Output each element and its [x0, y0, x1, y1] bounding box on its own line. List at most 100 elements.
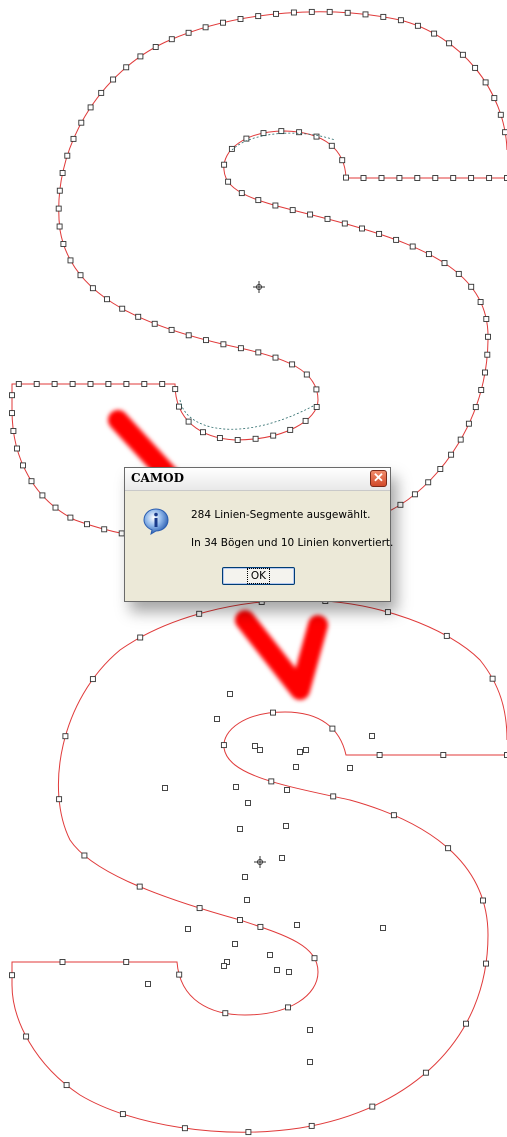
- node-marker: [39, 492, 46, 499]
- arc-center-point: [227, 691, 233, 697]
- node-marker: [255, 197, 262, 204]
- node-marker: [308, 8, 315, 15]
- node-marker: [221, 161, 228, 168]
- arc-center-point: [284, 787, 290, 793]
- arc-center-point: [233, 784, 239, 790]
- node-marker: [20, 462, 26, 469]
- node-marker: [59, 170, 66, 176]
- center-marker-top: [253, 281, 265, 293]
- node-marker: [376, 230, 383, 237]
- arc-center-point: [286, 969, 292, 975]
- node-marker: [176, 403, 182, 410]
- arc-center-point: [279, 855, 285, 861]
- node-marker: [78, 119, 85, 126]
- node-marker: [67, 514, 74, 521]
- node-marker: [14, 445, 20, 452]
- node-marker: [397, 501, 404, 508]
- node-marker: [448, 451, 455, 458]
- node-marker: [181, 1125, 188, 1132]
- node-marker: [141, 381, 148, 387]
- node-marker: [328, 142, 335, 149]
- node-marker: [396, 175, 403, 181]
- node-marker: [384, 609, 391, 616]
- node-marker: [152, 44, 159, 50]
- node-marker: [482, 79, 489, 86]
- node-marker: [81, 852, 88, 859]
- node-marker: [69, 381, 76, 387]
- dialog-titlebar[interactable]: CAMOD ✕: [125, 468, 390, 491]
- message-dialog: CAMOD ✕ 284 Linien-Segmente ausgewählt. …: [124, 467, 393, 602]
- node-marker: [491, 95, 498, 102]
- node-marker: [252, 435, 259, 442]
- node-marker: [87, 104, 94, 111]
- node-marker: [441, 260, 448, 267]
- node-marker: [502, 129, 507, 136]
- node-marker: [307, 211, 314, 218]
- message-line-1: 284 Linien-Segmente ausgewählt.: [191, 509, 371, 521]
- node-marker: [326, 8, 333, 15]
- ok-button[interactable]: OK: [222, 567, 295, 585]
- node-marker: [15, 381, 22, 387]
- node-marker: [159, 381, 166, 387]
- node-marker: [432, 175, 439, 181]
- node-marker: [485, 333, 491, 340]
- node-marker: [457, 436, 464, 443]
- arc-center-point: [293, 764, 299, 770]
- node-marker: [151, 320, 158, 327]
- dense-node-cluster-top: [179, 132, 336, 430]
- node-marker: [200, 429, 206, 436]
- node-marker: [135, 313, 142, 320]
- node-marker: [228, 145, 235, 152]
- arc-center-point: [303, 747, 309, 753]
- node-marker: [380, 13, 387, 20]
- node-marker: [308, 1122, 315, 1129]
- node-marker: [278, 128, 285, 135]
- node-marker: [431, 30, 438, 37]
- node-marker: [445, 845, 452, 852]
- node-marker: [290, 9, 297, 16]
- node-marker: [285, 1004, 291, 1011]
- node-marker: [270, 432, 277, 439]
- node-marker: [273, 10, 279, 17]
- node-marker: [390, 812, 397, 819]
- node-marker: [437, 466, 444, 472]
- node-marker: [482, 369, 488, 376]
- node-marker: [196, 905, 203, 912]
- node-marker: [33, 381, 40, 387]
- arc-center-point: [369, 733, 375, 739]
- node-marker: [87, 381, 94, 387]
- node-marker: [362, 11, 369, 18]
- node-marker: [302, 417, 309, 424]
- node-marker: [119, 1111, 126, 1118]
- info-icon: [143, 508, 169, 535]
- node-marker: [468, 175, 475, 181]
- node-marker: [497, 111, 504, 118]
- node-marker: [376, 752, 383, 758]
- node-marker: [425, 251, 432, 258]
- node-marker: [64, 152, 71, 159]
- node-marker: [52, 504, 59, 511]
- node-marker: [483, 960, 489, 967]
- node-marker: [477, 299, 484, 305]
- node-marker: [243, 135, 250, 142]
- node-marker: [443, 632, 450, 639]
- node-marker: [260, 130, 267, 137]
- node-marker: [168, 36, 175, 43]
- node-marker: [313, 404, 320, 410]
- arc-center-point: [307, 1059, 313, 1065]
- node-marker: [446, 40, 453, 47]
- node-marker: [104, 296, 110, 303]
- node-marker: [255, 349, 262, 356]
- node-marker: [344, 9, 351, 16]
- node-marker: [23, 1033, 30, 1040]
- node-marker: [234, 437, 241, 443]
- node-marker: [313, 386, 320, 393]
- s-top-contour: [11, 11, 507, 546]
- node-marker: [486, 175, 493, 181]
- arc-center-point: [162, 785, 168, 791]
- close-icon[interactable]: ✕: [370, 470, 387, 487]
- arc-center-points: [145, 691, 386, 1065]
- node-marker: [414, 22, 421, 29]
- node-marker: [172, 386, 179, 393]
- node-marker: [369, 1103, 376, 1110]
